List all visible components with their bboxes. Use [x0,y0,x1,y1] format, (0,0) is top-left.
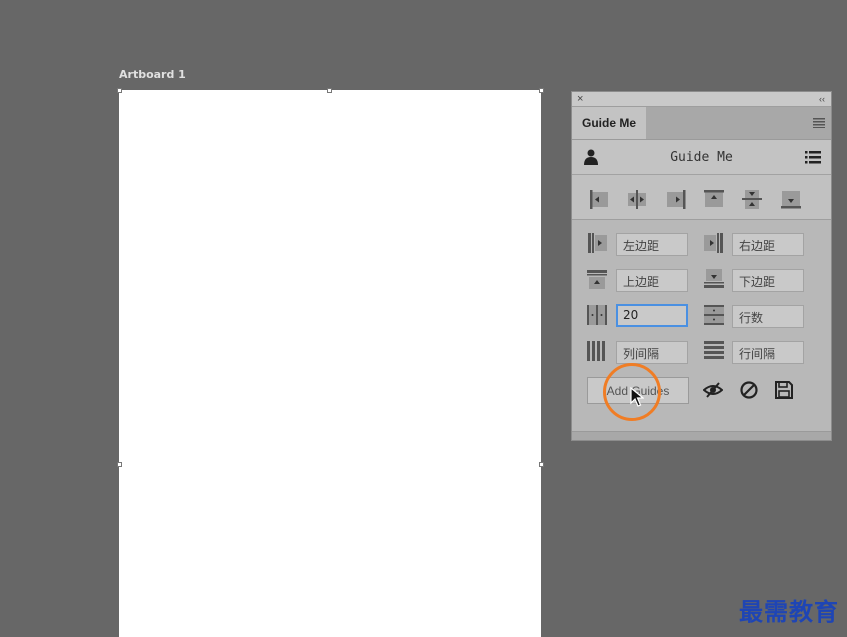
align-bottom-icon[interactable] [780,188,802,210]
artboard-handle-top-left[interactable] [117,88,122,93]
close-icon[interactable]: × [577,92,583,106]
cursor-arrow-icon [630,386,645,412]
top-margin-icon [586,268,608,290]
row-gutter-input[interactable]: 行间隔 [732,341,804,364]
clear-icon[interactable] [739,380,759,400]
panel-header: Guide Me [572,140,831,175]
align-right-icon[interactable] [665,188,687,210]
row-gutter-icon [703,340,725,362]
list-icon[interactable] [805,151,821,169]
save-icon[interactable] [774,380,794,400]
align-center-h-icon[interactable] [626,188,648,210]
panel-resize-handle[interactable] [572,431,831,440]
bottom-margin-input[interactable]: 下边距 [732,269,804,292]
rows-input[interactable]: 行数 [732,305,804,328]
align-toolbar [572,175,831,220]
column-gutter-icon [586,340,608,362]
artboard-handle-top-middle[interactable] [327,88,332,93]
align-center-v-icon[interactable] [741,188,763,210]
artboard-handle-middle-left[interactable] [117,462,122,467]
artboard-canvas[interactable] [119,90,541,637]
columns-input[interactable]: 20 [616,304,688,327]
right-margin-icon [703,232,725,254]
artboard-title[interactable]: Artboard 1 [119,68,186,81]
watermark: 最需教育 [739,597,839,626]
left-margin-icon [586,232,608,254]
columns-icon [586,304,608,326]
artboard-handle-middle-right[interactable] [539,462,544,467]
top-margin-input[interactable]: 上边距 [616,269,688,292]
bottom-margin-icon [703,268,725,290]
left-margin-input[interactable]: 左边距 [616,233,688,256]
eye-slash-icon[interactable] [702,380,724,400]
align-left-icon[interactable] [588,188,610,210]
column-gutter-input[interactable]: 列间隔 [616,341,688,364]
align-top-icon[interactable] [703,188,725,210]
panel-title: Guide Me [670,150,733,165]
artboard-handle-top-right[interactable] [539,88,544,93]
panel-tabbar: Guide Me [572,107,831,140]
panel-titlebar[interactable]: × ‹‹ [572,92,831,107]
tab-guide-me[interactable]: Guide Me [572,107,646,139]
right-margin-input[interactable]: 右边距 [732,233,804,256]
rows-icon [703,304,725,326]
collapse-icon[interactable]: ‹‹ [819,92,825,106]
menu-icon[interactable] [813,116,825,131]
